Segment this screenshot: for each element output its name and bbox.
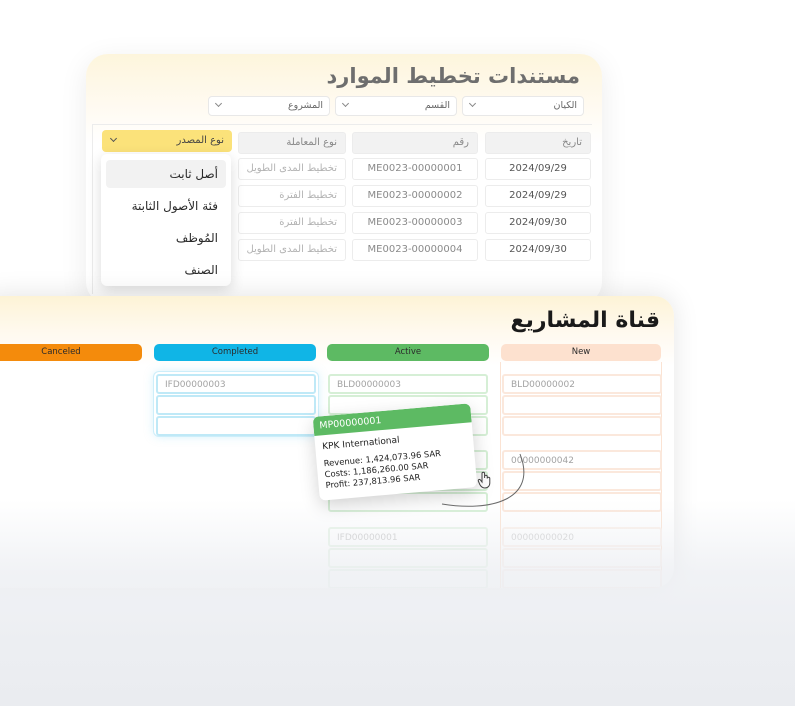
source-type-label: نوع المصدر: [176, 135, 224, 146]
entity-filter-label: الكيان: [553, 100, 577, 111]
department-filter[interactable]: القسم: [335, 96, 457, 116]
menu-item-fixed-asset-category[interactable]: فئة الأصول الثابتة: [106, 192, 226, 220]
row-date-cell: 2024/09/30: [485, 239, 591, 261]
project-filter[interactable]: المشروع: [208, 96, 330, 116]
column-header-number: رقم: [352, 132, 478, 154]
card-new-20[interactable]: 00000000020: [502, 527, 662, 547]
row-type-cell: تخطيط المدى الطويل: [238, 239, 346, 261]
page-title: مستندات تخطيط الموارد: [326, 64, 581, 88]
row-date-cell: 2024/09/29: [485, 158, 591, 180]
column-new[interactable]: New: [501, 344, 661, 361]
card-placeholder: [156, 395, 316, 415]
card-placeholder: [328, 548, 488, 568]
row-type-cell: تخطيط الفترة: [238, 212, 346, 234]
menu-item-fixed-asset[interactable]: أصل ثابت: [106, 160, 226, 188]
row-date-cell: 2024/09/29: [485, 185, 591, 207]
row-type-cell: تخطيط المدى الطويل: [238, 158, 346, 180]
source-type-select[interactable]: نوع المصدر: [102, 130, 232, 152]
card-active-bld3[interactable]: BLD00000003: [328, 374, 488, 394]
project-filter-label: المشروع: [288, 100, 323, 111]
column-header-date: تاريخ: [485, 132, 591, 154]
hand-cursor-icon: [477, 471, 491, 489]
entity-filter[interactable]: الكيان: [462, 96, 584, 116]
row-number-cell: ME0023-00000003: [352, 212, 478, 234]
pipeline-title: قناة المشاريع: [510, 308, 660, 333]
column-canceled[interactable]: Canceled: [0, 344, 142, 361]
chevron-down-icon: [214, 99, 223, 108]
grid-divider: [92, 124, 93, 294]
source-type-menu: أصل ثابت فئة الأصول الثابتة المُوظف الصن…: [101, 154, 231, 286]
marketing-stage: مستندات تخطيط الموارد الكيان القسم المشر…: [0, 0, 795, 706]
row-number-cell: ME0023-00000004: [352, 239, 478, 261]
column-completed[interactable]: Completed: [154, 344, 316, 361]
row-number-cell: ME0023-00000001: [352, 158, 478, 180]
row-type-cell: تخطيط الفترة: [238, 185, 346, 207]
column-header-type: نوع المعاملة: [238, 132, 346, 154]
card-placeholder: [502, 395, 662, 415]
column-active[interactable]: Active: [327, 344, 489, 361]
card-completed-ifd1[interactable]: IFD00000001: [328, 527, 488, 547]
card-placeholder: [328, 569, 488, 588]
chevron-down-icon: [341, 99, 350, 108]
dragged-project-card[interactable]: MP00000001 KPK International Revenue: 1,…: [312, 403, 478, 501]
chevron-down-icon: [468, 99, 477, 108]
department-filter-label: القسم: [424, 100, 450, 111]
card-placeholder: [502, 548, 662, 568]
grid-divider: [92, 124, 592, 125]
card-placeholder: [502, 569, 662, 588]
resource-planning-card: مستندات تخطيط الموارد الكيان القسم المشر…: [86, 54, 602, 304]
row-date-cell: 2024/09/30: [485, 212, 591, 234]
card-placeholder: [156, 416, 316, 436]
chevron-down-icon: [109, 134, 118, 143]
menu-item-employee[interactable]: المُوظف: [106, 224, 226, 252]
card-placeholder: [502, 416, 662, 436]
row-number-cell: ME0023-00000002: [352, 185, 478, 207]
menu-item-item[interactable]: الصنف: [106, 256, 226, 284]
card-new-bld2[interactable]: BLD00000002: [502, 374, 662, 394]
card-completed-ifd3[interactable]: IFD00000003: [156, 374, 316, 394]
